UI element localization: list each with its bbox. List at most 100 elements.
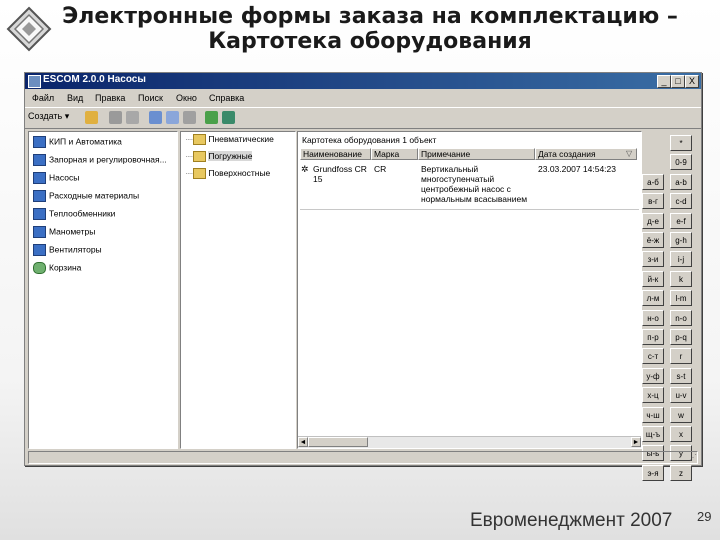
tree-connector: ···· (185, 134, 193, 144)
menu-view[interactable]: Вид (67, 93, 83, 103)
app-window: ESCOM 2.0.0 Насосы _ □ X Файл Вид Правка… (24, 72, 702, 481)
delete-icon[interactable] (183, 111, 196, 124)
minimize-button[interactable]: _ (657, 75, 671, 88)
nav-item-label: Теплообменники (49, 208, 116, 219)
nav-item-recycle-bin[interactable]: Корзина (33, 262, 81, 276)
folder-icon (33, 244, 46, 256)
column-header-name[interactable]: Наименование (300, 148, 371, 160)
nav-item-valves[interactable]: Запорная и регулировочная... (33, 154, 167, 168)
nav-item-label: Манометры (49, 226, 96, 237)
folder-icon (33, 226, 46, 238)
users-icon[interactable] (85, 111, 98, 124)
cell-date: 23.03.2007 14:54:23 (538, 164, 616, 174)
latin-index-button[interactable]: i-j (670, 251, 692, 267)
latin-index-button[interactable]: c-d (670, 193, 692, 209)
tree-item-label: Пневматические (208, 134, 274, 144)
cyrillic-index-button[interactable]: э-я (642, 465, 664, 481)
row-divider (300, 209, 639, 210)
menu-help[interactable]: Справка (209, 93, 244, 103)
nav-item-fans[interactable]: Вентиляторы (33, 244, 102, 258)
latin-index-button[interactable]: a-b (670, 174, 692, 190)
category-panel: КИП и Автоматика Запорная и регулировочн… (28, 131, 178, 449)
nav-item-label: КИП и Автоматика (49, 136, 122, 147)
cyrillic-index-button[interactable]: д-е (642, 213, 664, 229)
cyrillic-index-button[interactable]: в-г (642, 193, 664, 209)
nav-item-manometers[interactable]: Манометры (33, 226, 95, 240)
window-titlebar[interactable]: ESCOM 2.0.0 Насосы _ □ X (25, 73, 701, 89)
nav-item-heat-exchangers[interactable]: Теплообменники (33, 208, 115, 222)
cyrillic-index-button[interactable]: у-ф (642, 368, 664, 384)
tree-connector: ···· (185, 168, 193, 178)
recycle-bin-icon (33, 262, 46, 274)
menu-bar: Файл Вид Правка Поиск Окно Справка (25, 91, 701, 106)
tree-connector: ···· (185, 151, 193, 161)
cyrillic-index-button[interactable]: ч-ш (642, 407, 664, 423)
nav-item-label: Запорная и регулировочная... (49, 154, 167, 165)
equipment-list: Картотека оборудования 1 объект Наименов… (297, 131, 642, 449)
cyrillic-index-button[interactable]: х-ц (642, 387, 664, 403)
column-header-brand[interactable]: Марка (371, 148, 418, 160)
tree-item-surface[interactable]: ···· Поверхностные (185, 168, 270, 182)
nav-item-label: Насосы (49, 172, 80, 183)
cyrillic-index-button[interactable]: с-т (642, 348, 664, 364)
latin-index-button[interactable]: l-m (670, 290, 692, 306)
cyrillic-index-button[interactable]: л-м (642, 290, 664, 306)
cyrillic-index-button[interactable]: н-о (642, 310, 664, 326)
settings-icon[interactable] (222, 111, 235, 124)
pump-icon: ✲ (301, 164, 309, 174)
cyrillic-index-button[interactable]: щ-ъ (642, 426, 664, 442)
nav-item-kip[interactable]: КИП и Автоматика (33, 136, 122, 150)
paste-icon[interactable] (166, 111, 179, 124)
nav-item-label: Расходные материалы (49, 190, 140, 201)
column-header-date[interactable]: Дата создания (535, 148, 637, 160)
latin-index-button[interactable]: u-v (670, 387, 692, 403)
cyrillic-index-button[interactable]: з-и (642, 251, 664, 267)
print-preview-icon[interactable] (126, 111, 139, 124)
sort-arrow-icon: ▽ (626, 149, 633, 158)
folder-icon (33, 208, 46, 220)
latin-index-button[interactable]: w (670, 407, 692, 423)
folder-icon (33, 154, 46, 166)
latin-index-button[interactable]: p-q (670, 329, 692, 345)
scroll-right-icon[interactable]: ► (631, 437, 641, 447)
latin-index-button[interactable]: 0-9 (670, 154, 692, 170)
print-icon[interactable] (109, 111, 122, 124)
folder-icon (33, 136, 46, 148)
cyrillic-index-button[interactable]: п-р (642, 329, 664, 345)
tree-item-pneumatic[interactable]: ···· Пневматические (185, 134, 274, 148)
nav-item-consumables[interactable]: Расходные материалы (33, 190, 139, 204)
close-button[interactable]: X (685, 75, 699, 88)
resize-grip-icon[interactable]: ⋰ (689, 453, 697, 462)
create-button[interactable]: Создать ▾ (28, 111, 69, 122)
latin-index-button[interactable]: * (670, 135, 692, 151)
toolbar: Создать ▾ (25, 107, 701, 129)
app-icon (28, 75, 41, 88)
horizontal-scrollbar[interactable]: ◄ ► (298, 436, 641, 448)
copy-icon[interactable] (149, 111, 162, 124)
latin-index-button[interactable]: k (670, 271, 692, 287)
menu-edit[interactable]: Правка (95, 93, 125, 103)
latin-index-button[interactable]: n-o (670, 310, 692, 326)
list-caption: Картотека оборудования 1 объект (302, 135, 437, 145)
menu-window[interactable]: Окно (176, 93, 197, 103)
scroll-thumb[interactable] (308, 437, 368, 447)
menu-search[interactable]: Поиск (138, 93, 163, 103)
cyrillic-index-button[interactable]: й-к (642, 271, 664, 287)
latin-index-button[interactable]: e-f (670, 213, 692, 229)
latin-index-button[interactable]: z (670, 465, 692, 481)
column-header-note[interactable]: Примечание (418, 148, 535, 160)
latin-index-button[interactable]: r (670, 348, 692, 364)
scroll-left-icon[interactable]: ◄ (298, 437, 308, 447)
folder-icon (193, 134, 207, 146)
latin-index-button[interactable]: x (670, 426, 692, 442)
cyrillic-index-button[interactable]: ё-ж (642, 232, 664, 248)
tree-item-submersible[interactable]: ···· Погружные (185, 151, 253, 165)
maximize-button[interactable]: □ (671, 75, 685, 88)
folder-icon (33, 172, 46, 184)
latin-index-button[interactable]: s-t (670, 368, 692, 384)
latin-index-button[interactable]: g-h (670, 232, 692, 248)
cyrillic-index-button[interactable]: а-б (642, 174, 664, 190)
refresh-icon[interactable] (205, 111, 218, 124)
nav-item-pumps[interactable]: Насосы (33, 172, 79, 186)
menu-file[interactable]: Файл (32, 93, 54, 103)
